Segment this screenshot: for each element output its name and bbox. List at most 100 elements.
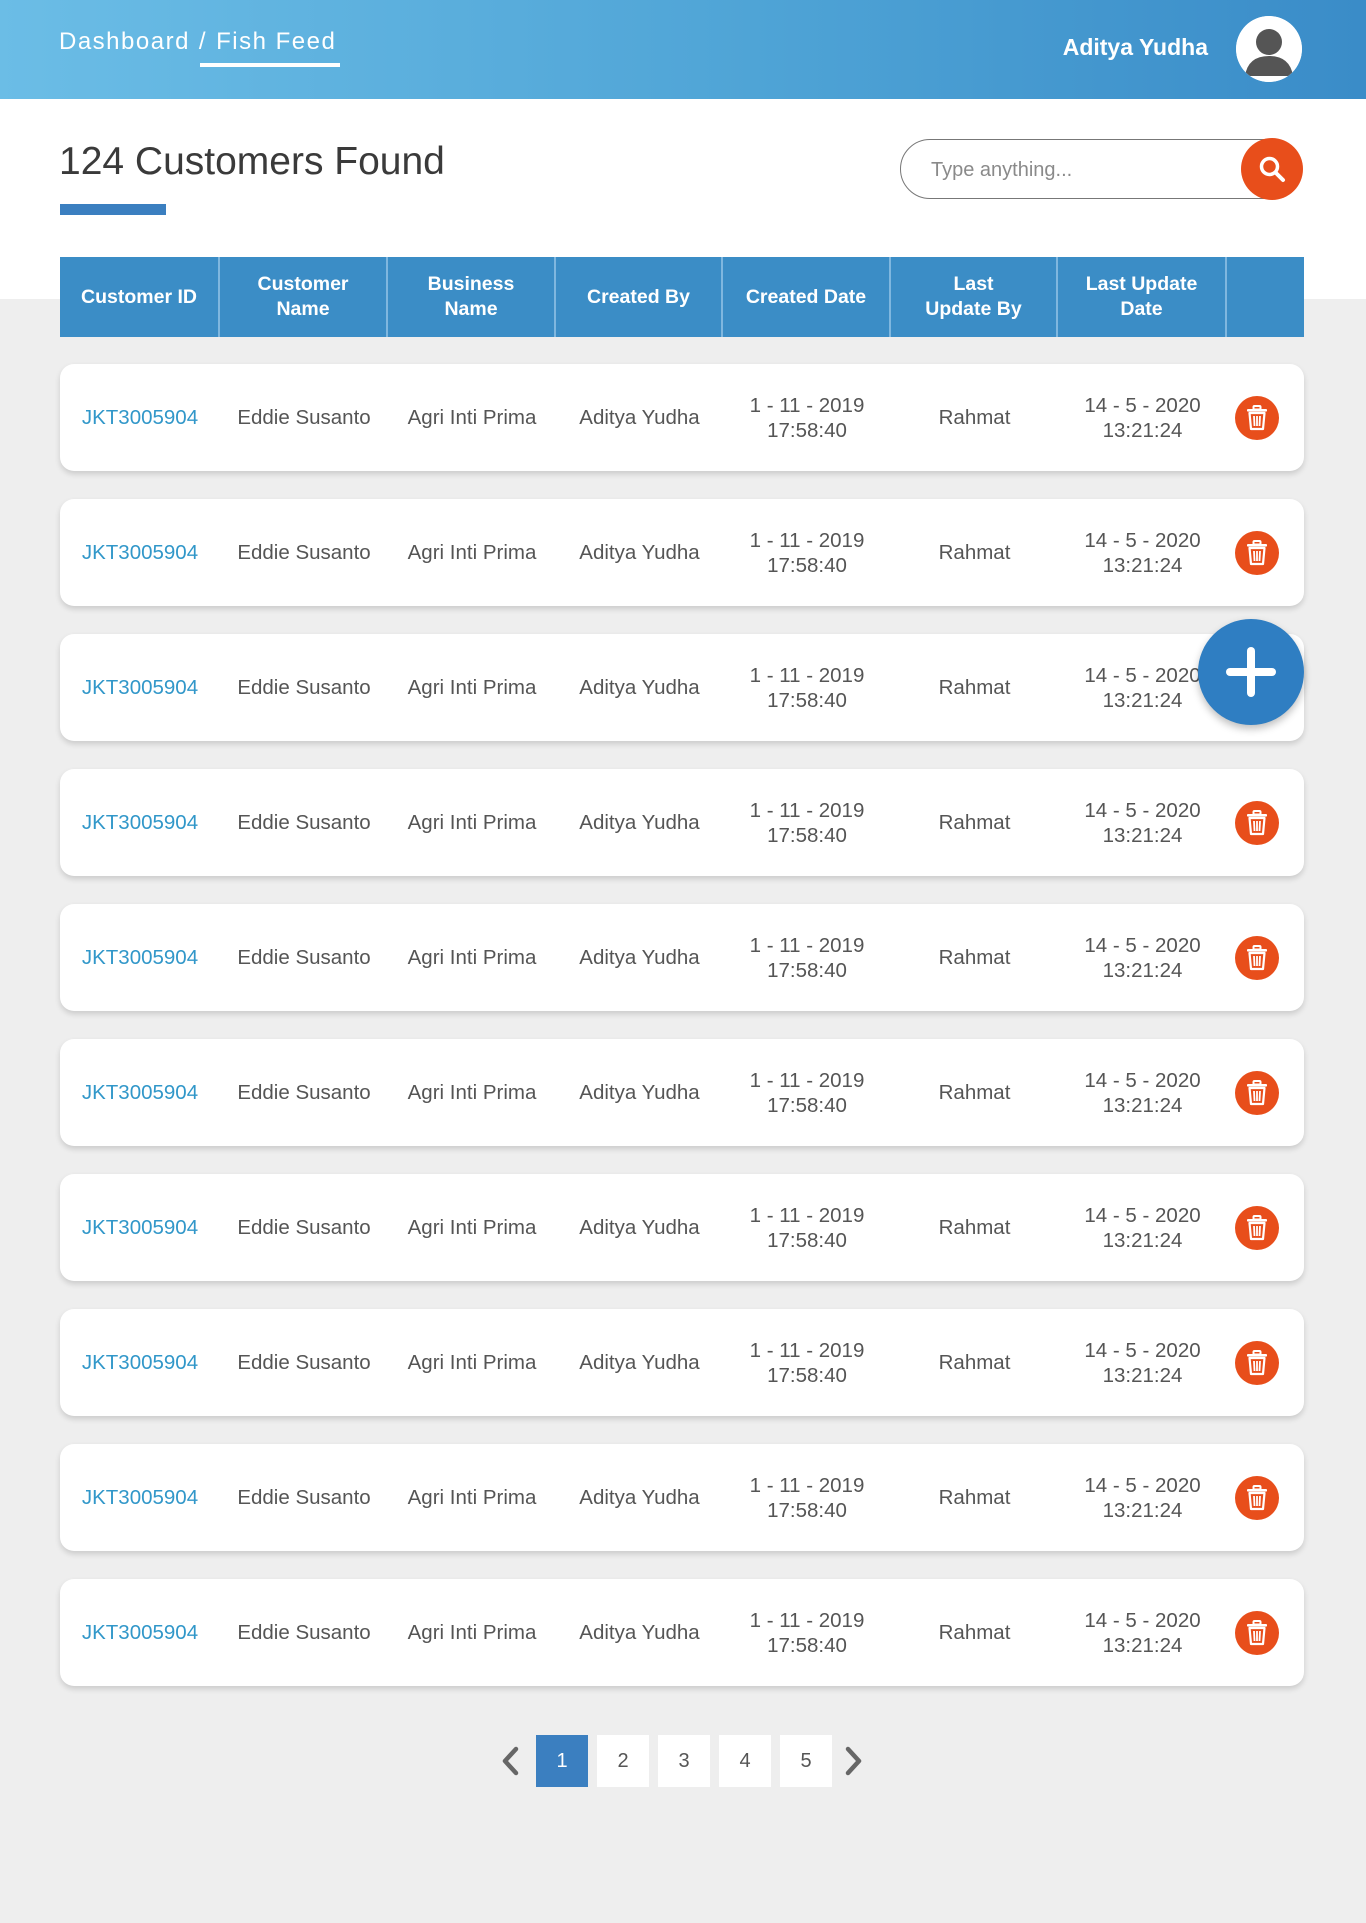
created-by: Aditya Yudha — [579, 811, 700, 834]
last-update-by: Rahmat — [938, 676, 1011, 699]
table-row[interactable]: JKT3005904 Eddie Susanto Agri Inti Prima Ad… — [60, 634, 1304, 741]
created-date: 1 - 11 - 2019 17:58:40 — [749, 1068, 865, 1117]
user-name[interactable]: Aditya Yudha — [1063, 34, 1208, 61]
customer-id-link[interactable]: JKT3005904 — [60, 1350, 220, 1375]
page-button[interactable]: 3 — [658, 1735, 710, 1787]
customer-name: Eddie Susanto — [237, 1351, 371, 1374]
delete-row-button[interactable] — [1235, 1205, 1279, 1250]
last-update-date: 14 - 5 - 2020 13:21:24 — [1084, 1608, 1201, 1657]
table-row[interactable]: JKT3005904 Eddie Susanto Agri Inti Prima Ad… — [60, 1444, 1304, 1551]
customer-id-link[interactable]: JKT3005904 — [60, 540, 220, 565]
page-button[interactable]: 2 — [597, 1735, 649, 1787]
table-row[interactable]: JKT3005904 Eddie Susanto Agri Inti Prima Ad… — [60, 769, 1304, 876]
last-update-by: Rahmat — [938, 811, 1011, 834]
table-row[interactable]: JKT3005904 Eddie Susanto Agri Inti Prima Ad… — [60, 1039, 1304, 1146]
top-header-bar: Dashboard / Fish Feed Aditya Yudha — [0, 0, 1366, 99]
last-update-by: Rahmat — [938, 1351, 1011, 1374]
last-update-by: Rahmat — [938, 946, 1011, 969]
created-by: Aditya Yudha — [579, 1486, 700, 1509]
trash-icon — [1247, 809, 1267, 835]
last-update-by: Rahmat — [938, 1621, 1011, 1644]
column-header-actions — [1227, 257, 1304, 337]
customer-id-link[interactable]: JKT3005904 — [60, 1620, 220, 1645]
customer-name: Eddie Susanto — [237, 406, 371, 429]
created-by: Aditya Yudha — [579, 1216, 700, 1239]
last-update-by: Rahmat — [938, 1216, 1011, 1239]
page-title: 124 Customers Found — [59, 140, 445, 183]
delete-row-button[interactable] — [1235, 935, 1279, 980]
business-name: Agri Inti Prima — [407, 1081, 537, 1104]
created-date: 1 - 11 - 2019 17:58:40 — [749, 1608, 865, 1657]
last-update-by: Rahmat — [938, 406, 1011, 429]
last-update-by: Rahmat — [938, 541, 1011, 564]
trash-icon — [1247, 1619, 1267, 1645]
breadcrumb-dashboard[interactable]: Dashboard — [59, 28, 190, 55]
column-header[interactable]: Business Name — [388, 257, 556, 337]
trash-icon — [1247, 1214, 1267, 1240]
customer-name: Eddie Susanto — [237, 1486, 371, 1509]
created-by: Aditya Yudha — [579, 406, 700, 429]
delete-row-button[interactable] — [1235, 1340, 1279, 1385]
business-name: Agri Inti Prima — [407, 406, 537, 429]
prev-page-button[interactable] — [496, 1745, 526, 1777]
table-row[interactable]: JKT3005904 Eddie Susanto Agri Inti Prima Ad… — [60, 1309, 1304, 1416]
table-row[interactable]: JKT3005904 Eddie Susanto Agri Inti Prima Ad… — [60, 364, 1304, 471]
created-by: Aditya Yudha — [579, 541, 700, 564]
next-page-button[interactable] — [838, 1745, 868, 1777]
delete-row-button[interactable] — [1235, 1070, 1279, 1115]
page-button[interactable]: 1 — [536, 1735, 588, 1787]
table-row[interactable]: JKT3005904 Eddie Susanto Agri Inti Prima Ad… — [60, 1174, 1304, 1281]
chevron-right-icon — [845, 1746, 862, 1776]
customer-name: Eddie Susanto — [237, 541, 371, 564]
table-row[interactable]: JKT3005904 Eddie Susanto Agri Inti Prima Ad… — [60, 1579, 1304, 1686]
last-update-date: 14 - 5 - 2020 13:21:24 — [1084, 1203, 1201, 1252]
table-header: Customer ID Customer Name Business Name … — [60, 257, 1304, 337]
breadcrumb-fish-feed[interactable]: Fish Feed — [216, 28, 336, 55]
user-avatar-icon[interactable] — [1236, 16, 1302, 82]
search-button[interactable] — [1241, 138, 1303, 200]
customer-id-link[interactable]: JKT3005904 — [60, 810, 220, 835]
last-update-date: 14 - 5 - 2020 13:21:24 — [1084, 1068, 1201, 1117]
customer-id-link[interactable]: JKT3005904 — [60, 945, 220, 970]
delete-row-button[interactable] — [1235, 530, 1279, 575]
plus-icon — [1226, 647, 1276, 697]
created-by: Aditya Yudha — [579, 1621, 700, 1644]
column-header[interactable]: Last Update Date — [1058, 257, 1227, 337]
business-name: Agri Inti Prima — [407, 946, 537, 969]
customer-id-link[interactable]: JKT3005904 — [60, 405, 220, 430]
column-header[interactable]: Last Update By — [891, 257, 1058, 337]
customer-name: Eddie Susanto — [237, 1621, 371, 1644]
last-update-by: Rahmat — [938, 1081, 1011, 1104]
delete-row-button[interactable] — [1235, 1475, 1279, 1520]
created-date: 1 - 11 - 2019 17:58:40 — [749, 933, 865, 982]
business-name: Agri Inti Prima — [407, 541, 537, 564]
table-row[interactable]: JKT3005904 Eddie Susanto Agri Inti Prima Ad… — [60, 904, 1304, 1011]
column-header[interactable]: Created By — [556, 257, 723, 337]
column-header[interactable]: Created Date — [723, 257, 891, 337]
created-by: Aditya Yudha — [579, 676, 700, 699]
customer-name: Eddie Susanto — [237, 1081, 371, 1104]
last-update-date: 14 - 5 - 2020 13:21:24 — [1084, 1338, 1201, 1387]
customer-id-link[interactable]: JKT3005904 — [60, 1080, 220, 1105]
created-date: 1 - 11 - 2019 17:58:40 — [749, 528, 865, 577]
page-button[interactable]: 4 — [719, 1735, 771, 1787]
last-update-date: 14 - 5 - 2020 13:21:24 — [1084, 798, 1201, 847]
created-date: 1 - 11 - 2019 17:58:40 — [749, 663, 865, 712]
created-date: 1 - 11 - 2019 17:58:40 — [749, 1473, 865, 1522]
customer-id-link[interactable]: JKT3005904 — [60, 675, 220, 700]
table-row[interactable]: JKT3005904 Eddie Susanto Agri Inti Prima Ad… — [60, 499, 1304, 606]
breadcrumb: Dashboard / Fish Feed — [59, 28, 336, 56]
delete-row-button[interactable] — [1235, 800, 1279, 845]
delete-row-button[interactable] — [1235, 395, 1279, 440]
search-input[interactable] — [929, 152, 1233, 188]
customer-id-link[interactable]: JKT3005904 — [60, 1215, 220, 1240]
created-by: Aditya Yudha — [579, 1081, 700, 1104]
created-by: Aditya Yudha — [579, 1351, 700, 1374]
add-customer-button[interactable] — [1198, 619, 1304, 725]
customer-name: Eddie Susanto — [237, 676, 371, 699]
column-header[interactable]: Customer ID — [60, 257, 220, 337]
column-header[interactable]: Customer Name — [220, 257, 388, 337]
page-button[interactable]: 5 — [780, 1735, 832, 1787]
customer-id-link[interactable]: JKT3005904 — [60, 1485, 220, 1510]
delete-row-button[interactable] — [1235, 1610, 1279, 1655]
